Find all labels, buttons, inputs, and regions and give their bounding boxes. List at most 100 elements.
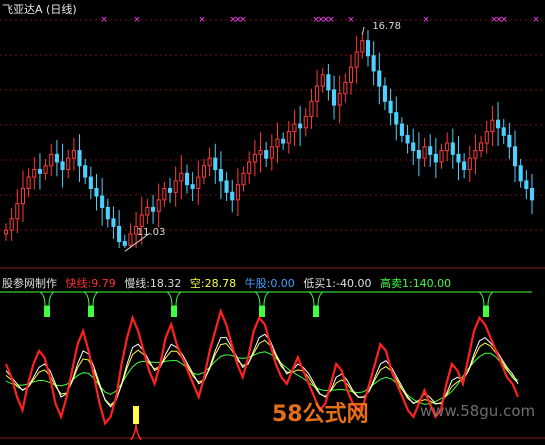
candle-body-25 (145, 206, 150, 216)
top-signal-marker-15: × (532, 15, 540, 25)
candle-body-66 (377, 70, 382, 87)
watermark-logo: 58公式网 (272, 402, 369, 427)
candle-body-45 (258, 150, 263, 155)
candle-body-92 (524, 180, 529, 189)
sell-signal-bar-3 (259, 306, 265, 317)
candle-body-16 (94, 187, 99, 197)
indicator-empty: 空:28.78 (189, 277, 237, 290)
candle-body-38 (218, 169, 223, 182)
candle-body-46 (264, 150, 269, 159)
stock-chart-window: × × × × × × × × × × × × × × × × 飞亚达A (日线) 16.78 11.03 股… (0, 0, 545, 445)
candle-body-48 (275, 138, 280, 148)
candle-body-55 (315, 85, 320, 102)
buy-signal-bar (133, 406, 139, 424)
candle-body-21 (122, 241, 127, 246)
candle-body-90 (512, 146, 518, 167)
candle-body-12 (71, 150, 76, 159)
candle-body-22 (128, 233, 133, 246)
candle-body-82 (467, 157, 472, 171)
sell-signal-curve-5 (478, 291, 494, 307)
candle-body-20 (117, 225, 122, 243)
sell-signal-curve-4 (308, 291, 324, 307)
top-signal-marker-0: × (100, 15, 108, 25)
candle-body-2 (15, 203, 20, 220)
candle-body-93 (529, 187, 535, 201)
candle-body-30 (173, 180, 178, 193)
candle-body-50 (286, 131, 291, 144)
candle-body-33 (190, 184, 195, 189)
sell-signal-bar-0 (44, 306, 50, 317)
top-signal-marker-2: × (198, 15, 206, 25)
top-signal-marker-14: × (500, 15, 508, 25)
candle-body-80 (456, 153, 461, 163)
candle-body-8 (49, 153, 54, 167)
candle-body-27 (156, 199, 161, 212)
candle-body-15 (88, 176, 93, 189)
candle-body-60 (343, 81, 348, 95)
candle-body-65 (371, 55, 376, 72)
candle-body-29 (167, 187, 173, 193)
candle-body-56 (320, 74, 325, 87)
top-signal-marker-9: × (327, 15, 335, 25)
candle-body-5 (32, 169, 37, 178)
candle-body-85 (484, 131, 489, 144)
candle-body-28 (162, 187, 167, 201)
candle-body-49 (281, 138, 286, 144)
candle-body-34 (196, 176, 201, 189)
low-price-label: 11.03 (136, 227, 166, 238)
candle-body-35 (201, 165, 207, 178)
slow-line-white (5, 333, 519, 408)
candle-body-26 (150, 206, 156, 212)
candle-body-37 (213, 157, 218, 171)
candle-body-67 (382, 85, 388, 102)
candle-body-3 (20, 187, 26, 205)
sell-signal-bar-1 (88, 306, 94, 317)
candle-body-78 (445, 142, 450, 152)
candle-body-81 (462, 161, 467, 171)
high-price-label: 16.78 (372, 21, 401, 32)
candle-body-40 (230, 191, 235, 201)
candle-body-19 (111, 218, 116, 227)
candle-body-57 (326, 74, 331, 91)
candle-body-44 (252, 153, 257, 163)
candle-body-59 (337, 93, 342, 106)
sell-signal-curve-1 (83, 291, 99, 307)
candle-body-74 (422, 146, 427, 159)
candle-body-6 (37, 169, 42, 174)
candle-body-87 (496, 119, 501, 129)
indicator-high-sell: 高卖1:140.00 (379, 277, 452, 290)
candle-body-9 (54, 153, 59, 163)
candle-body-84 (479, 142, 484, 152)
candle-body-86 (490, 119, 495, 133)
candle-body-4 (26, 176, 31, 189)
top-signal-marker-1: × (133, 15, 141, 25)
candle-body-39 (224, 180, 229, 193)
candle-body-47 (269, 146, 274, 159)
chart-title: 飞亚达A (日线) (2, 3, 77, 16)
sell-signal-curve-2 (166, 291, 182, 307)
candle-body-1 (9, 218, 14, 231)
indicator-fast: 快线:9.79 (65, 277, 116, 290)
candle-body-69 (394, 112, 399, 125)
sell-signal-curve-3 (254, 291, 270, 307)
candle-body-7 (43, 165, 48, 174)
watermark-url: www.58gu.com (420, 402, 536, 420)
top-signal-marker-11: × (422, 15, 430, 25)
candle-body-42 (241, 172, 246, 186)
candle-body-72 (411, 142, 416, 152)
high-marker-line (361, 26, 365, 35)
candle-body-79 (450, 142, 455, 155)
candle-body-36 (207, 157, 212, 167)
chart-canvas[interactable]: × × × ××× ×××× × × ××× × (0, 0, 545, 445)
candle-body-24 (139, 214, 144, 227)
candle-body-62 (354, 51, 359, 68)
candle-body-73 (416, 150, 421, 159)
candle-body-11 (66, 157, 71, 171)
candle-body-13 (77, 150, 82, 167)
candle-body-91 (518, 165, 523, 182)
indicator-low-buy: 低买1:-40.00 (303, 277, 372, 290)
candle-body-17 (100, 195, 105, 208)
sell-signal-bar-2 (171, 306, 177, 317)
top-signal-marker-10: × (347, 15, 355, 25)
candle-body-43 (247, 161, 252, 174)
